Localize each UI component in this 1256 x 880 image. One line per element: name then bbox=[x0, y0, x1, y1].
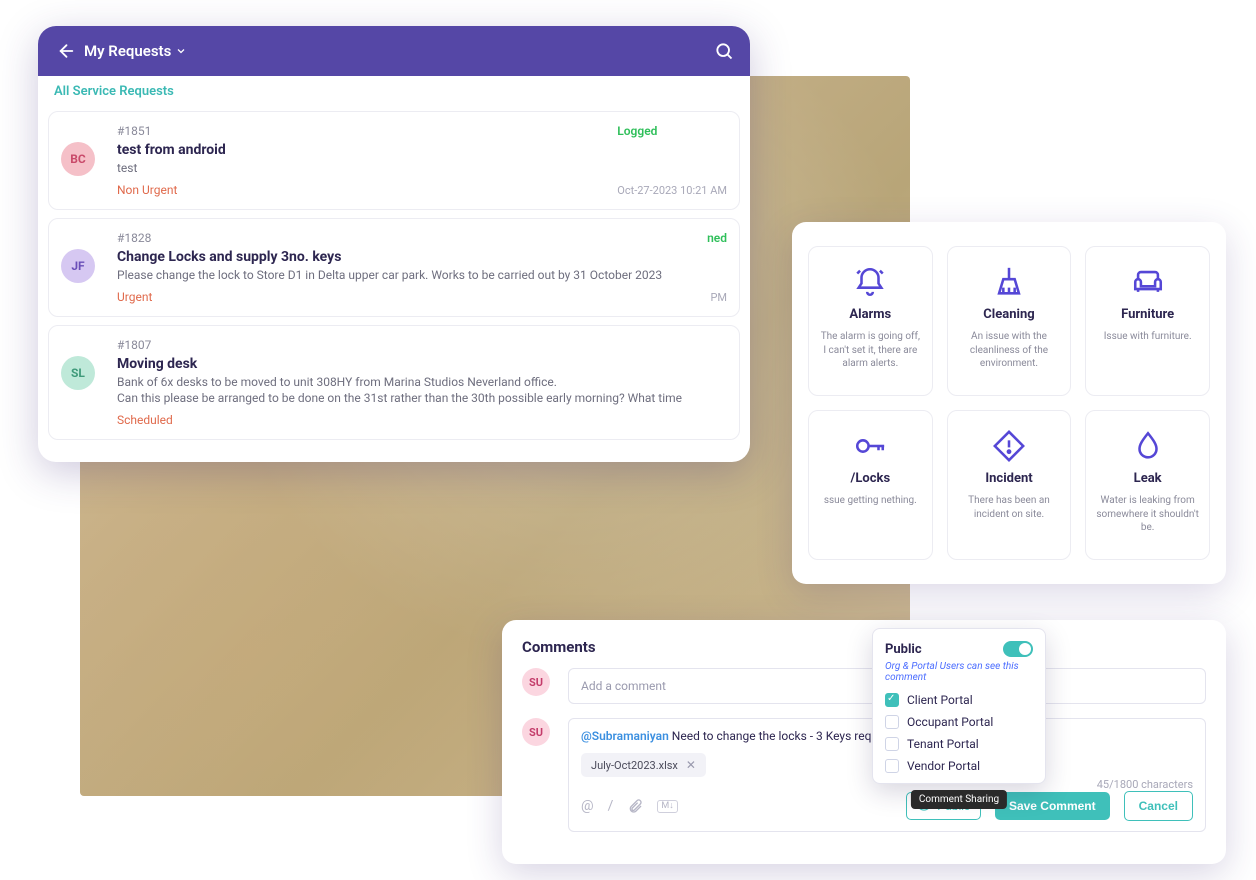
status-badge: ned bbox=[707, 231, 727, 245]
requests-title[interactable]: My Requests bbox=[84, 42, 187, 60]
char-count: 45/1800 characters bbox=[1097, 778, 1193, 791]
category-desc: The alarm is going off, I can't set it, … bbox=[819, 330, 922, 371]
chevron-down-icon bbox=[175, 45, 187, 57]
category-name: Cleaning bbox=[983, 307, 1034, 322]
drop-icon bbox=[1131, 429, 1165, 463]
visibility-option[interactable]: Occupant Portal bbox=[885, 715, 1033, 729]
public-toggle[interactable] bbox=[1003, 641, 1033, 657]
comment-input-row: SU Add a comment bbox=[522, 668, 1206, 704]
markdown-icon[interactable]: M↓ bbox=[657, 800, 677, 813]
avatar: SU bbox=[522, 718, 550, 746]
popover-title: Public bbox=[885, 642, 922, 657]
key-icon bbox=[853, 429, 887, 463]
requests-header: My Requests bbox=[38, 26, 750, 76]
requests-title-text: My Requests bbox=[84, 42, 171, 60]
request-id: #1807 bbox=[117, 338, 717, 352]
category-name: Alarms bbox=[849, 307, 891, 322]
request-title: Change Locks and supply 3no. keys bbox=[117, 249, 727, 265]
checkbox-icon[interactable] bbox=[885, 759, 899, 773]
category-name: /Locks bbox=[851, 471, 891, 486]
category-card[interactable]: Incident There has been an incident on s… bbox=[947, 410, 1072, 560]
category-desc: ssue getting nething. bbox=[824, 494, 917, 508]
popover-options: Client Portal Occupant Portal Tenant Porta… bbox=[885, 693, 1033, 773]
broom-icon bbox=[992, 265, 1026, 299]
request-card[interactable]: SL #1807 Moving desk Bank of 6x desks to… bbox=[48, 325, 740, 441]
priority-label: Scheduled bbox=[117, 413, 717, 427]
priority-label: Non Urgent bbox=[117, 183, 607, 197]
category-card[interactable]: Leak Water is leaking from somewhere it … bbox=[1085, 410, 1210, 560]
visibility-option[interactable]: Client Portal bbox=[885, 693, 1033, 707]
checkbox-icon[interactable] bbox=[885, 737, 899, 751]
popover-header: Public bbox=[885, 641, 1033, 657]
sofa-icon bbox=[1131, 265, 1165, 299]
mention-icon[interactable]: @ bbox=[581, 798, 594, 814]
slash-command-icon[interactable]: / bbox=[608, 798, 614, 814]
tooltip: Comment Sharing bbox=[911, 790, 1007, 809]
attachment-chip[interactable]: July-Oct2023.xlsx ✕ bbox=[581, 753, 706, 777]
option-label: Vendor Portal bbox=[907, 759, 980, 773]
requests-subtitle: All Service Requests bbox=[38, 76, 750, 103]
comment-body: Need to change the locks - 3 Keys requir… bbox=[672, 729, 901, 743]
checkbox-icon[interactable] bbox=[885, 715, 899, 729]
option-label: Tenant Portal bbox=[907, 737, 979, 751]
comments-panel: Comments SU Add a comment SU @Subramaniy… bbox=[502, 620, 1226, 864]
requests-list: BC #1851 Logged test from android test N… bbox=[38, 111, 750, 462]
comment-thread-row: SU @Subramaniyan Need to change the lock… bbox=[522, 718, 1206, 832]
option-label: Occupant Portal bbox=[907, 715, 993, 729]
my-requests-panel: My Requests All Service Requests BC #185… bbox=[38, 26, 750, 462]
option-label: Client Portal bbox=[907, 693, 973, 707]
category-desc: An issue with the cleanliness of the env… bbox=[958, 330, 1061, 371]
attachment-name: July-Oct2023.xlsx bbox=[591, 759, 678, 772]
avatar: SU bbox=[522, 668, 550, 696]
categories-panel: Alarms The alarm is going off, I can't s… bbox=[792, 222, 1226, 584]
timestamp: PM bbox=[707, 291, 727, 304]
priority-label: Urgent bbox=[117, 290, 697, 304]
request-id: #1851 bbox=[117, 124, 607, 138]
avatar: BC bbox=[61, 142, 95, 176]
category-card[interactable]: Cleaning An issue with the cleanliness o… bbox=[947, 246, 1072, 396]
category-card[interactable]: /Locks ssue getting nething. bbox=[808, 410, 933, 560]
category-desc: There has been an incident on site. bbox=[958, 494, 1061, 521]
comments-title: Comments bbox=[522, 638, 1206, 656]
category-desc: Issue with furniture. bbox=[1104, 330, 1192, 344]
category-card[interactable]: Furniture Issue with furniture. bbox=[1085, 246, 1210, 396]
status-badge: Logged bbox=[617, 124, 727, 138]
alarm-icon bbox=[853, 265, 887, 299]
category-card[interactable]: Alarms The alarm is going off, I can't s… bbox=[808, 246, 933, 396]
request-title: Moving desk bbox=[117, 356, 727, 372]
checkbox-icon[interactable] bbox=[885, 693, 899, 707]
comment-toolbar: @ / M↓ Public Save Comment Cancel bbox=[581, 791, 1193, 821]
request-card[interactable]: BC #1851 Logged test from android test N… bbox=[48, 111, 740, 210]
request-desc: Please change the lock to Store D1 in De… bbox=[117, 267, 727, 284]
visibility-popover: Public Org & Portal Users can see this c… bbox=[872, 628, 1046, 784]
request-desc: Bank of 6x desks to be moved to unit 308… bbox=[117, 374, 727, 408]
remove-attachment-icon[interactable]: ✕ bbox=[686, 758, 696, 772]
search-icon[interactable] bbox=[714, 41, 734, 61]
request-title: test from android bbox=[117, 142, 727, 158]
save-comment-button[interactable]: Save Comment bbox=[995, 792, 1110, 820]
request-desc: test bbox=[117, 160, 727, 177]
category-name: Incident bbox=[985, 471, 1032, 486]
avatar: JF bbox=[61, 249, 95, 283]
request-id: #1828 bbox=[117, 231, 697, 245]
visibility-option[interactable]: Tenant Portal bbox=[885, 737, 1033, 751]
category-name: Leak bbox=[1134, 471, 1162, 486]
avatar: SL bbox=[61, 356, 95, 390]
back-icon[interactable] bbox=[54, 41, 74, 61]
request-card[interactable]: JF #1828 ned Change Locks and supply 3no… bbox=[48, 218, 740, 317]
cancel-button[interactable]: Cancel bbox=[1124, 791, 1193, 821]
mention[interactable]: @Subramaniyan bbox=[581, 729, 669, 743]
categories-grid: Alarms The alarm is going off, I can't s… bbox=[808, 246, 1210, 560]
category-name: Furniture bbox=[1121, 307, 1174, 322]
visibility-option[interactable]: Vendor Portal bbox=[885, 759, 1033, 773]
timestamp: Oct-27-2023 10:21 AM bbox=[617, 184, 727, 197]
category-desc: Water is leaking from somewhere it shoul… bbox=[1096, 494, 1199, 535]
attach-icon[interactable] bbox=[627, 798, 643, 814]
popover-subtitle: Org & Portal Users can see this comment bbox=[885, 661, 1033, 683]
warning-icon bbox=[992, 429, 1026, 463]
